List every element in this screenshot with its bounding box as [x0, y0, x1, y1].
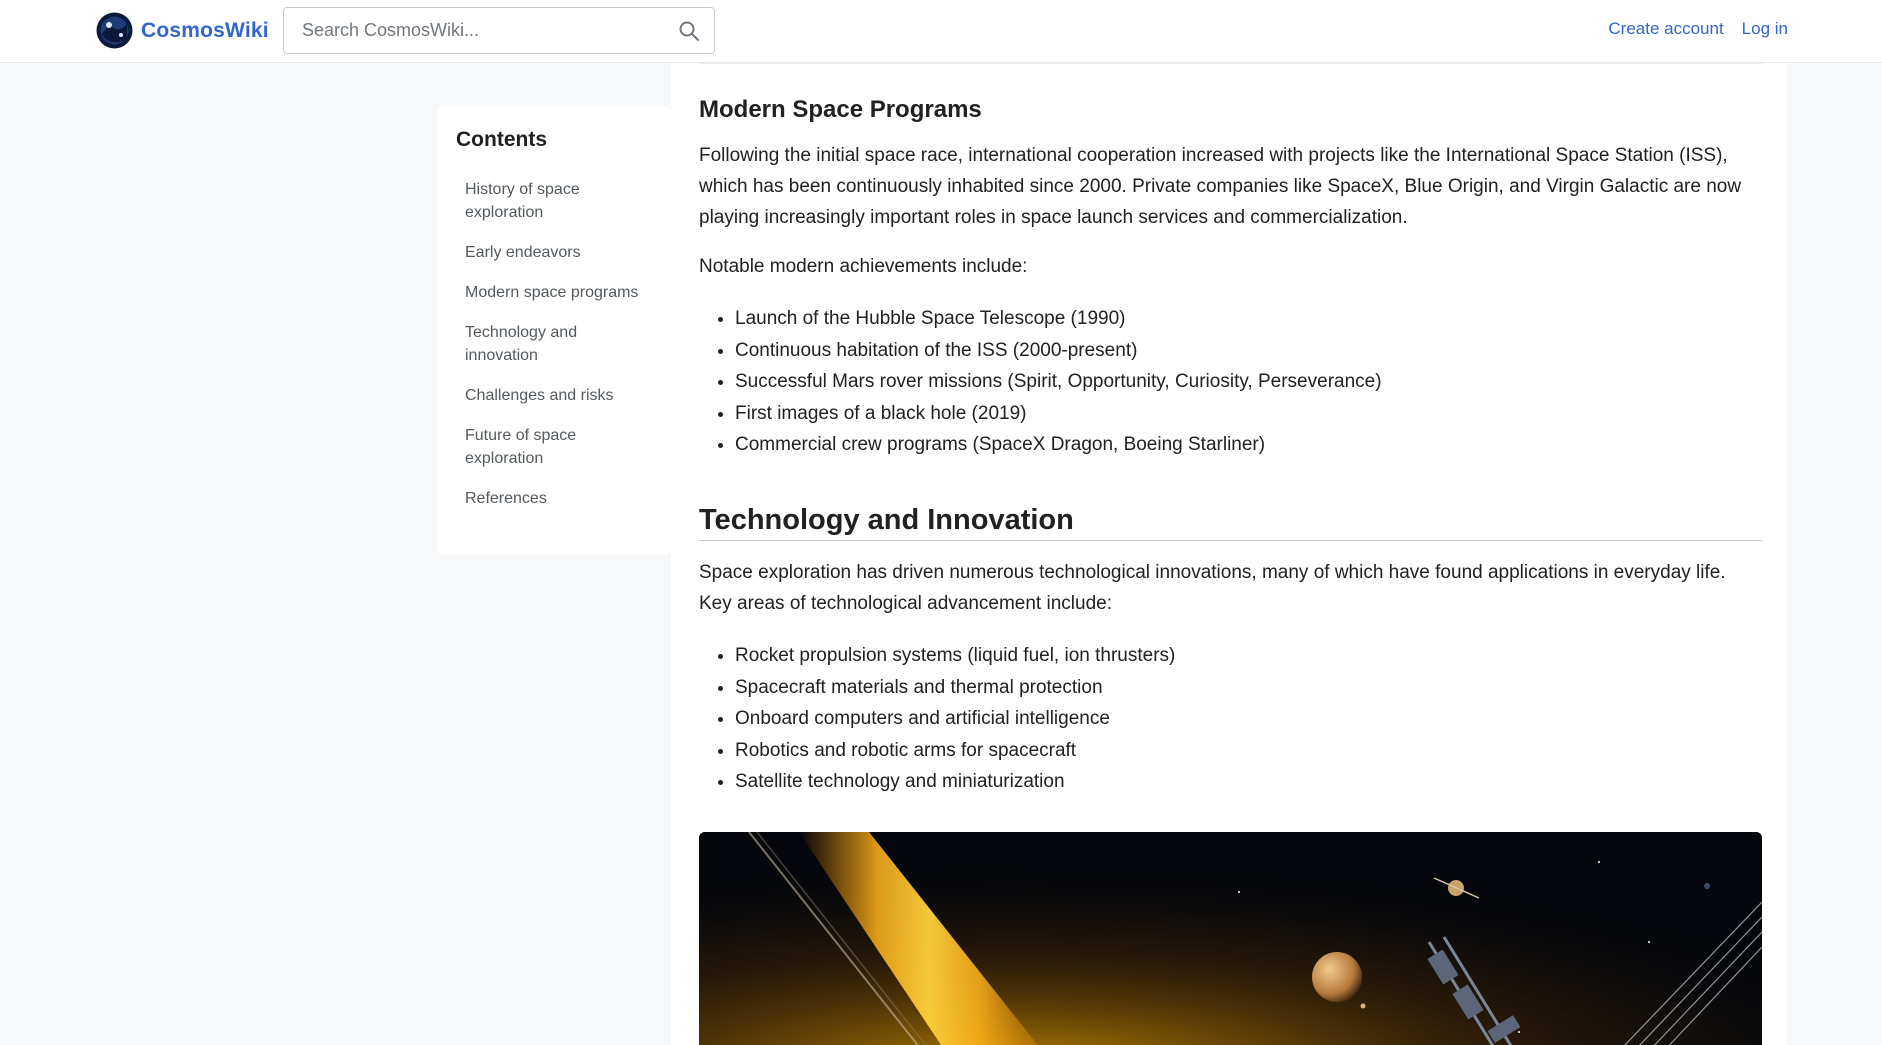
list-item: Robotics and robotic arms for spacecraft [735, 735, 1735, 767]
section-heading-modern-programs: Modern Space Programs [699, 96, 982, 123]
table-of-contents: Contents History of space exploration Ea… [438, 106, 671, 555]
site-name: CosmosWiki [141, 18, 269, 42]
search-input[interactable] [284, 8, 664, 53]
account-links: Create account Log in [1608, 19, 1788, 39]
toc-title: Contents [456, 128, 547, 151]
list-item: Commercial crew programs (SpaceX Dragon,… [735, 429, 1735, 461]
list-item: Onboard computers and artificial intelli… [735, 703, 1735, 735]
search-icon[interactable] [678, 20, 700, 42]
toc-item-references[interactable]: References [465, 487, 645, 510]
site-logo-link[interactable]: CosmosWiki [96, 12, 269, 49]
list-item: Satellite technology and miniaturization [735, 766, 1735, 798]
modern-achievements-list: Launch of the Hubble Space Telescope (19… [735, 303, 1735, 461]
create-account-link[interactable]: Create account [1608, 19, 1723, 39]
divider [699, 63, 1762, 64]
list-item: Launch of the Hubble Space Telescope (19… [735, 303, 1735, 335]
toc-item-challenges[interactable]: Challenges and risks [465, 384, 645, 407]
toc-item-modern-programs[interactable]: Modern space programs [465, 281, 645, 304]
log-in-link[interactable]: Log in [1742, 19, 1788, 39]
modern-programs-paragraph: Following the initial space race, intern… [699, 145, 1742, 228]
toc-item-history[interactable]: History of space exploration [465, 178, 645, 224]
list-item: Spacecraft materials and thermal protect… [735, 672, 1735, 704]
technology-list: Rocket propulsion systems (liquid fuel, … [735, 640, 1735, 798]
list-item: Successful Mars rover missions (Spirit, … [735, 366, 1735, 398]
technology-paragraph: Space exploration has driven numerous te… [699, 562, 1726, 614]
search-box [283, 7, 715, 54]
divider [699, 540, 1762, 541]
toc-item-future[interactable]: Future of space exploration [465, 424, 645, 470]
space-scene-image [699, 832, 1762, 1045]
article-content: Modern Space Programs Following the init… [671, 63, 1787, 1045]
list-item: Continuous habitation of the ISS (2000-p… [735, 335, 1735, 367]
modern-achievements-intro: Notable modern achievements include: [699, 256, 1028, 277]
toc-list: History of space exploration Early endea… [465, 178, 645, 527]
list-item: First images of a black hole (2019) [735, 398, 1735, 430]
toc-item-early-endeavors[interactable]: Early endeavors [465, 241, 645, 264]
planet-logo-icon [96, 12, 133, 49]
top-navigation-bar: CosmosWiki Create account Log in [0, 0, 1882, 63]
list-item: Rocket propulsion systems (liquid fuel, … [735, 640, 1735, 672]
space-illustration [699, 832, 1762, 1045]
toc-item-technology[interactable]: Technology and innovation [465, 321, 645, 367]
section-heading-technology: Technology and Innovation [699, 504, 1074, 536]
